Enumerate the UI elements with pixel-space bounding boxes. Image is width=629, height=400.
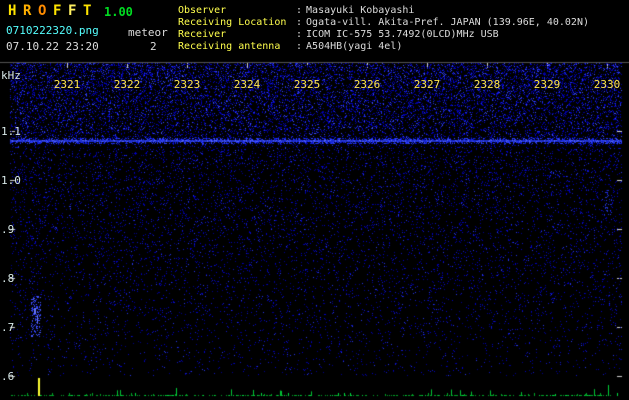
app-title-letter: F — [53, 3, 62, 19]
frequency-tick-label: 1.0 — [1, 174, 21, 187]
time-tick-label: 2327 — [413, 78, 441, 91]
time-tick-label: 2330 — [593, 78, 621, 91]
time-tick-label: 2322 — [113, 78, 141, 91]
time-tick-label: 2325 — [293, 78, 321, 91]
observation-datetime: 07.10.22 23:20 — [6, 40, 99, 53]
colon: : — [296, 17, 303, 28]
colon: : — [296, 29, 303, 40]
app-title-letter: T — [83, 3, 92, 19]
app-title-letter: H — [8, 3, 17, 19]
info-row-location: Receiving Location: Ogata-vill. Akita-Pre… — [178, 17, 589, 29]
app-title-letter: F — [68, 3, 77, 19]
time-tick-label: 2323 — [173, 78, 201, 91]
info-row-observer: Observer: Masayuki Kobayashi — [178, 5, 589, 17]
frequency-tick-label: .8 — [1, 272, 15, 285]
time-tick-label: 2321 — [53, 78, 81, 91]
info-value: ICOM IC-575 53.7492(0LCD)MHz USB — [306, 29, 499, 40]
time-tick-label: 2324 — [233, 78, 261, 91]
frequency-tick-label: .9 — [1, 223, 15, 236]
frequency-axis-unit: kHz — [1, 69, 21, 82]
app-version: 1.00 — [104, 5, 133, 19]
app-title-letter: O — [38, 3, 47, 19]
time-tick-label: 2329 — [533, 78, 561, 91]
output-filename: 0710222320.png — [6, 24, 99, 37]
info-label: Receiving antenna — [178, 41, 281, 52]
meteor-count-value: 2 — [150, 40, 157, 53]
time-tick-label: 2328 — [473, 78, 501, 91]
colon: : — [296, 41, 303, 52]
frequency-tick-label: .6 — [1, 370, 15, 383]
info-row-receiver: Receiver: ICOM IC-575 53.7492(0LCD)MHz US… — [178, 29, 589, 41]
info-label: Observer — [178, 5, 227, 16]
info-value: A504HB(yagi 4el) — [306, 41, 403, 52]
app-title: HROFFT — [8, 3, 98, 19]
info-row-antenna: Receiving antenna: A504HB(yagi 4el) — [178, 41, 589, 53]
frequency-tick-label: .7 — [1, 321, 15, 334]
info-value: Ogata-vill. Akita-Pref. JAPAN (139.96E, … — [306, 17, 589, 28]
info-label: Receiving Location — [178, 17, 287, 28]
colon: : — [296, 5, 303, 16]
station-info: Observer: Masayuki Kobayashi Receiving Lo… — [178, 5, 589, 53]
spectrogram-canvas — [0, 0, 629, 400]
info-value: Masayuki Kobayashi — [306, 5, 415, 16]
app-title-letter: R — [23, 3, 32, 19]
hrofft-spectrogram-screen: HROFFT 1.00 0710222320.png meteor 07.10.… — [0, 0, 629, 400]
frequency-tick-label: 1.1 — [1, 125, 21, 138]
meteor-count-label: meteor — [128, 26, 168, 39]
time-tick-label: 2326 — [353, 78, 381, 91]
info-label: Receiver — [178, 29, 227, 40]
